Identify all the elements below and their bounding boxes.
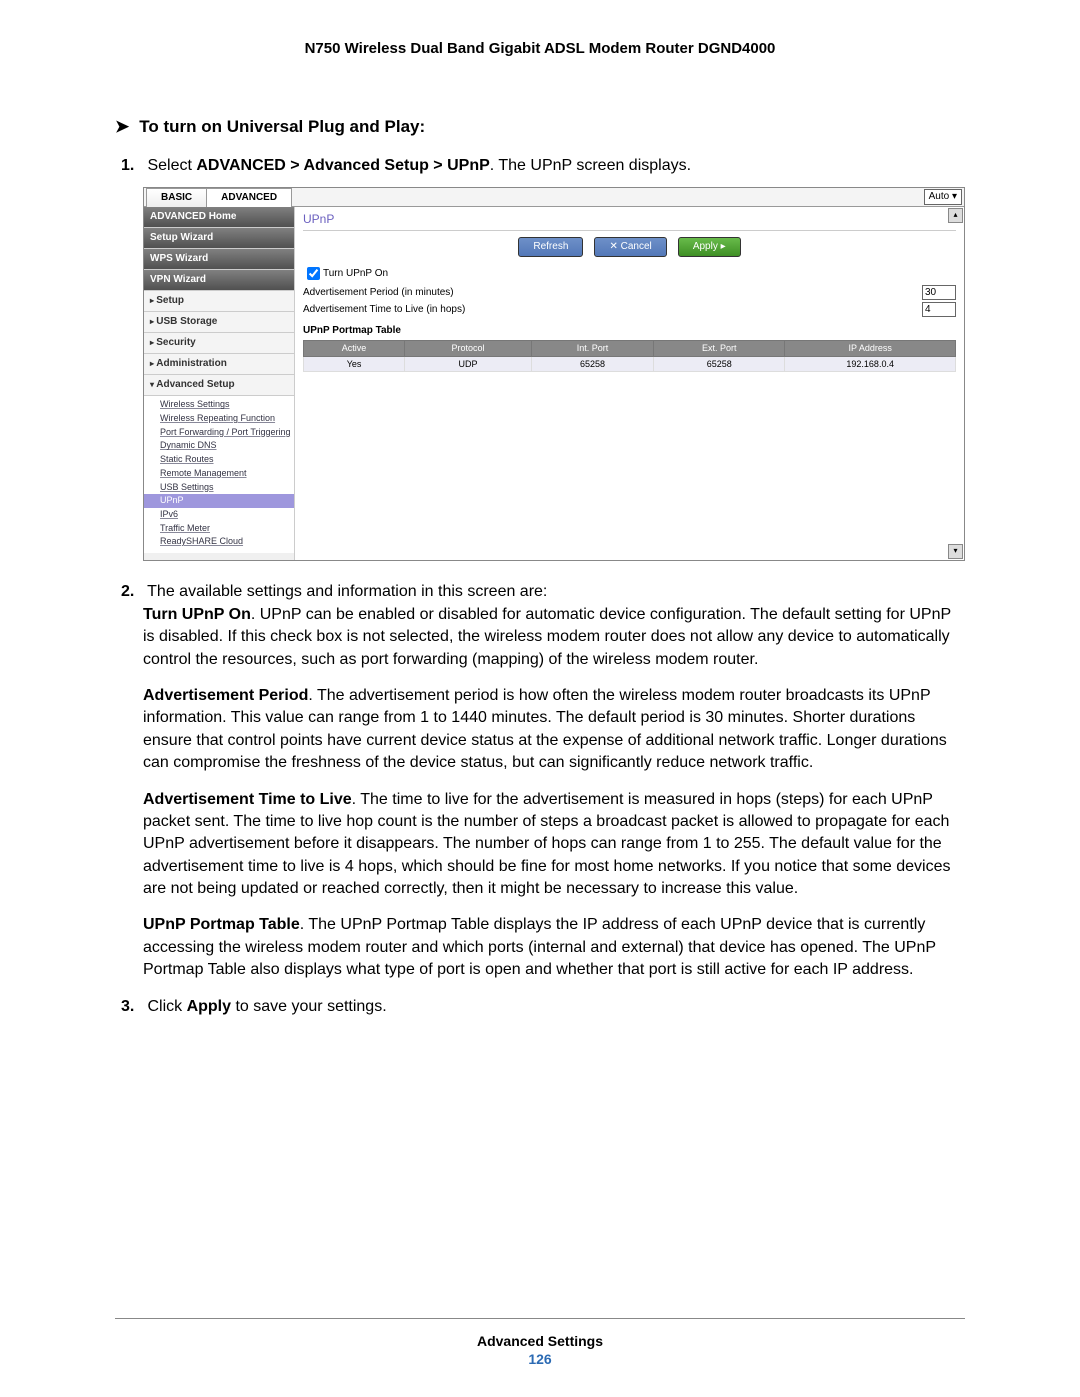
- td-protocol: UDP: [405, 356, 532, 372]
- step1-suffix: . The UPnP screen displays.: [490, 157, 691, 174]
- step3-apply: Apply: [187, 998, 231, 1015]
- portmap-title: UPnP Portmap Table: [303, 324, 956, 338]
- portmap-table: Active Protocol Int. Port Ext. Port IP A…: [303, 340, 956, 372]
- scroll-up-icon[interactable]: ▴: [948, 208, 963, 223]
- cancel-button[interactable]: ✕ Cancel: [594, 237, 666, 257]
- turn-upnp-on-checkbox[interactable]: [307, 267, 320, 280]
- subitem-wireless-settings[interactable]: Wireless Settings: [160, 398, 294, 412]
- footer-section: Advanced Settings: [115, 1333, 965, 1349]
- step3-suffix: to save your settings.: [231, 998, 387, 1015]
- adv-period-input[interactable]: [922, 285, 956, 300]
- sidebar-vpn-wizard[interactable]: VPN Wizard: [144, 270, 294, 291]
- td-active: Yes: [304, 356, 405, 372]
- tab-bar: BASIC ADVANCED Auto ▾: [144, 188, 964, 207]
- task-heading-text: To turn on Universal Plug and Play:: [139, 117, 425, 136]
- adv-ttl-label: Advertisement Time to Live (in hops): [303, 303, 465, 317]
- refresh-button[interactable]: Refresh: [518, 237, 583, 257]
- sidebar-administration[interactable]: Administration: [144, 354, 294, 375]
- subitem-traffic-meter[interactable]: Traffic Meter: [160, 522, 294, 536]
- scroll-down-icon[interactable]: ▾: [948, 544, 963, 559]
- document-title: N750 Wireless Dual Band Gigabit ADSL Mod…: [115, 40, 965, 57]
- content-pane: ▴ ▾ UPnP Refresh ✕ Cancel Apply ▸ Turn U…: [295, 207, 964, 560]
- sidebar-advanced-home[interactable]: ADVANCED Home: [144, 207, 294, 228]
- th-protocol: Protocol: [405, 341, 532, 357]
- td-int-port: 65258: [531, 356, 653, 372]
- portmap-term: UPnP Portmap Table: [143, 916, 300, 933]
- page-number: 126: [115, 1351, 965, 1367]
- step3-prefix: Click: [147, 998, 186, 1015]
- subitem-readyshare[interactable]: ReadySHARE Cloud: [160, 535, 294, 549]
- action-bar: Refresh ✕ Cancel Apply ▸: [303, 231, 956, 263]
- turn-upnp-on-row: Turn UPnP On: [303, 263, 956, 284]
- step-3: 3. Click Apply to save your settings.: [143, 996, 965, 1018]
- page-footer: Advanced Settings 126: [115, 1318, 965, 1367]
- content-title: UPnP: [303, 209, 956, 231]
- th-int-port: Int. Port: [531, 341, 653, 357]
- adv-period-term: Advertisement Period: [143, 687, 308, 704]
- subitem-static-routes[interactable]: Static Routes: [160, 453, 294, 467]
- task-heading: ➤ To turn on Universal Plug and Play:: [115, 117, 965, 137]
- router-ui-screenshot: BASIC ADVANCED Auto ▾ ADVANCED Home Setu…: [143, 187, 965, 561]
- subitem-port-forwarding[interactable]: Port Forwarding / Port Triggering: [160, 426, 294, 440]
- step1-prefix: Select: [147, 157, 196, 174]
- turn-upnp-on-label: Turn UPnP On: [323, 267, 388, 281]
- th-ext-port: Ext. Port: [654, 341, 785, 357]
- sidebar-setup-wizard[interactable]: Setup Wizard: [144, 228, 294, 249]
- td-ip: 192.168.0.4: [785, 356, 956, 372]
- adv-period-label: Advertisement Period (in minutes): [303, 286, 454, 300]
- step-2: 2. The available settings and informatio…: [143, 581, 965, 981]
- sidebar-usb-storage[interactable]: USB Storage: [144, 312, 294, 333]
- apply-button[interactable]: Apply ▸: [678, 237, 741, 257]
- step-1: 1. Select ADVANCED > Advanced Setup > UP…: [143, 155, 965, 561]
- step-number: 3.: [121, 996, 143, 1018]
- th-active: Active: [304, 341, 405, 357]
- subitem-remote-management[interactable]: Remote Management: [160, 467, 294, 481]
- sidebar: ADVANCED Home Setup Wizard WPS Wizard VP…: [144, 207, 295, 560]
- subitem-dynamic-dns[interactable]: Dynamic DNS: [160, 439, 294, 453]
- adv-ttl-row: Advertisement Time to Live (in hops): [303, 301, 956, 318]
- th-ip: IP Address: [785, 341, 956, 357]
- sidebar-advanced-setup[interactable]: Advanced Setup: [144, 375, 294, 396]
- subitem-upnp[interactable]: UPnP: [144, 494, 294, 508]
- step-number: 2.: [121, 581, 143, 603]
- adv-ttl-term: Advertisement Time to Live: [143, 791, 352, 808]
- subitem-usb-settings[interactable]: USB Settings: [160, 481, 294, 495]
- arrow-icon: ➤: [115, 117, 129, 137]
- sidebar-wps-wizard[interactable]: WPS Wizard: [144, 249, 294, 270]
- auto-dropdown[interactable]: Auto ▾: [924, 189, 962, 205]
- turn-upnp-on-desc: . UPnP can be enabled or disabled for au…: [143, 606, 951, 668]
- subitem-ipv6[interactable]: IPv6: [160, 508, 294, 522]
- tab-advanced[interactable]: ADVANCED: [207, 188, 292, 207]
- tab-basic[interactable]: BASIC: [146, 188, 207, 207]
- td-ext-port: 65258: [654, 356, 785, 372]
- step-number: 1.: [121, 155, 143, 177]
- table-row: Yes UDP 65258 65258 192.168.0.4: [304, 356, 956, 372]
- turn-upnp-on-term: Turn UPnP On: [143, 606, 251, 623]
- step1-path: ADVANCED > Advanced Setup > UPnP: [196, 157, 489, 174]
- adv-period-row: Advertisement Period (in minutes): [303, 284, 956, 301]
- subitem-wireless-repeating[interactable]: Wireless Repeating Function: [160, 412, 294, 426]
- sidebar-security[interactable]: Security: [144, 333, 294, 354]
- sidebar-subitems: Wireless Settings Wireless Repeating Fun…: [144, 396, 294, 553]
- step2-intro: The available settings and information i…: [147, 583, 547, 600]
- sidebar-setup[interactable]: Setup: [144, 291, 294, 312]
- adv-ttl-input[interactable]: [922, 302, 956, 317]
